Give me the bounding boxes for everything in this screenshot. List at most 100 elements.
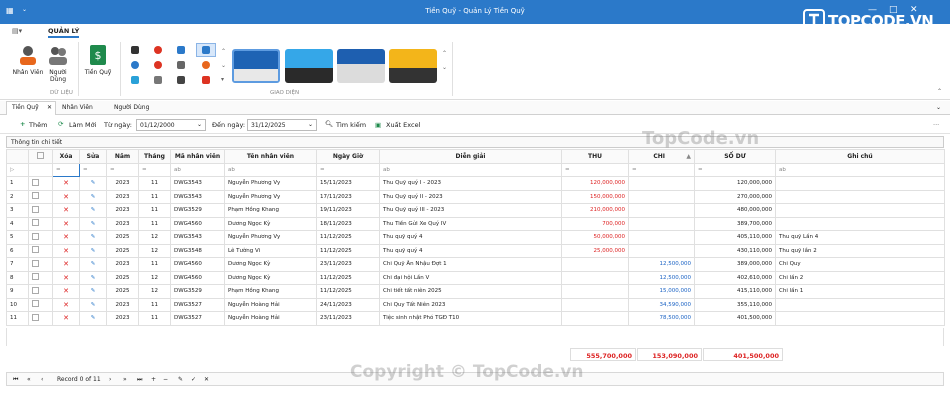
save-record-icon[interactable]: ✓ <box>191 376 196 383</box>
theme-navy[interactable] <box>337 49 385 83</box>
delete-icon[interactable]: ✕ <box>52 189 80 204</box>
row-checkbox[interactable] <box>28 243 53 258</box>
delete-icon[interactable]: ✕ <box>52 311 80 326</box>
col-ghi-chu[interactable]: Ghi chú <box>775 149 945 164</box>
filter-cell[interactable]: ab <box>379 162 562 177</box>
delete-icon[interactable]: ✕ <box>52 203 80 218</box>
edit-icon[interactable]: ✎ <box>79 189 107 204</box>
skin-icon-8[interactable] <box>202 61 210 69</box>
last-page-icon[interactable]: ⏭ <box>137 376 142 384</box>
row-checkbox[interactable] <box>28 230 53 245</box>
table-row[interactable]: 2 ✕ ✎ 2023 11 DWG3543 Nguyễn Phương Vy 17/11/20… <box>6 189 945 204</box>
filter-cell[interactable]: = <box>694 162 776 177</box>
doc-tab-users[interactable]: Người Dùng <box>114 104 149 111</box>
row-checkbox[interactable] <box>28 203 53 218</box>
edit-icon[interactable]: ✎ <box>79 270 107 285</box>
theme-blue[interactable] <box>232 49 280 83</box>
skin-icon-4[interactable] <box>202 46 210 54</box>
edit-icon[interactable]: ✎ <box>79 311 107 326</box>
edit-icon[interactable]: ✎ <box>79 257 107 272</box>
col-nam[interactable]: Năm <box>106 149 139 164</box>
edit-icon[interactable]: ✎ <box>79 176 107 191</box>
skin-icon-12[interactable] <box>202 76 210 84</box>
edit-icon[interactable]: ✎ <box>79 203 107 218</box>
table-row[interactable]: 11 ✕ ✎ 2023 11 DWG3527 Nguyễn Hoàng Hải 23/11/2… <box>6 311 945 326</box>
theme-sky[interactable] <box>285 49 333 83</box>
employees-button[interactable]: Nhân Viên <box>10 44 46 76</box>
filter-cell[interactable]: = <box>138 162 171 177</box>
chevron-down-icon[interactable]: ⌄ <box>308 121 313 128</box>
gallery-up-icon[interactable]: ⌃ <box>221 48 226 55</box>
delete-icon[interactable]: ✕ <box>52 270 80 285</box>
table-row[interactable]: 9 ✕ ✎ 2025 12 DWG3529 Phạm Hồng Khang 11/12/202… <box>6 284 945 299</box>
row-checkbox[interactable] <box>28 176 53 191</box>
edit-icon[interactable]: ✎ <box>79 284 107 299</box>
next-record-icon[interactable]: › <box>109 376 111 383</box>
next-page-icon[interactable]: » <box>123 376 127 383</box>
filter-cell[interactable]: = <box>106 162 139 177</box>
edit-icon[interactable]: ✎ <box>79 243 107 258</box>
gallery-down-icon[interactable]: ⌄ <box>221 62 226 69</box>
row-checkbox[interactable] <box>28 284 53 299</box>
theme-up-icon[interactable]: ⌃ <box>442 50 447 57</box>
delete-icon[interactable]: ✕ <box>52 176 80 191</box>
table-row[interactable]: 8 ✕ ✎ 2025 12 DWG4560 Dương Ngọc Kỳ 11/12/2025 C… <box>6 270 945 285</box>
delete-icon[interactable]: ✕ <box>52 216 80 231</box>
col-thang[interactable]: Tháng <box>138 149 171 164</box>
ribbon-collapse-icon[interactable]: ⌃ <box>937 88 942 95</box>
skin-icon-1[interactable] <box>131 46 139 54</box>
edit-record-icon[interactable]: ✎ <box>178 376 183 383</box>
chevron-down-icon[interactable]: ⌄ <box>197 121 202 128</box>
file-menu-icon[interactable]: ▤▾ <box>12 27 22 35</box>
filter-cell[interactable]: ab <box>224 162 317 177</box>
from-date-input[interactable]: 01/12/2000 ⌄ <box>136 119 206 131</box>
edit-icon[interactable]: ✎ <box>79 297 107 312</box>
col-chi[interactable]: CHI ▲ <box>628 149 695 164</box>
skin-icon-3[interactable] <box>177 46 185 54</box>
skin-icon-5[interactable] <box>131 61 139 69</box>
col-dien-giai[interactable]: Diễn giải <box>379 149 562 164</box>
delete-record-icon[interactable]: − <box>163 376 168 383</box>
col-xoa[interactable]: Xóa <box>52 149 80 164</box>
select-all-checkbox[interactable] <box>28 149 53 164</box>
delete-icon[interactable]: ✕ <box>52 297 80 312</box>
table-row[interactable]: 1 ✕ ✎ 2023 11 DWG3543 Nguyễn Phương Vy 15/11/20… <box>6 176 945 191</box>
users-button[interactable]: Người Dùng <box>44 44 72 83</box>
add-button[interactable]: Thêm <box>29 121 47 129</box>
skin-icon-9[interactable] <box>131 76 139 84</box>
delete-icon[interactable]: ✕ <box>52 230 80 245</box>
col-so-du[interactable]: SỐ DƯ <box>694 149 776 164</box>
delete-icon[interactable]: ✕ <box>52 243 80 258</box>
skin-icon-2[interactable] <box>154 46 162 54</box>
to-date-input[interactable]: 31/12/2025 ⌄ <box>247 119 317 131</box>
table-row[interactable]: 3 ✕ ✎ 2023 11 DWG3529 Phạm Hồng Khang 19/11/202… <box>6 203 945 218</box>
doc-tab-menu-icon[interactable]: ⌄ <box>936 104 941 111</box>
filter-cell[interactable]: = <box>52 162 80 177</box>
export-excel-button[interactable]: Xuất Excel <box>386 121 420 129</box>
col-sua[interactable]: Sửa <box>79 149 107 164</box>
col-ten-nhan-vien[interactable]: Tên nhân viên <box>224 149 317 164</box>
funds-button[interactable]: $ Tiền Quỹ <box>82 44 114 76</box>
refresh-button[interactable]: Làm Mới <box>69 121 96 129</box>
search-button[interactable]: Tìm kiếm <box>336 121 366 129</box>
filter-cell[interactable]: = <box>79 162 107 177</box>
doc-tab-employees[interactable]: Nhân Viên <box>62 104 93 111</box>
filter-cell[interactable]: ab <box>775 162 945 177</box>
cancel-record-icon[interactable]: ✕ <box>204 376 209 383</box>
row-checkbox[interactable] <box>28 311 53 326</box>
filter-cell[interactable]: = <box>628 162 695 177</box>
first-page-icon[interactable]: ⏮ <box>13 376 18 384</box>
prev-page-icon[interactable]: « <box>27 376 31 383</box>
theme-down-icon[interactable]: ⌄ <box>442 64 447 71</box>
table-row[interactable]: 10 ✕ ✎ 2023 11 DWG3527 Nguyễn Hoàng Hải 24/11/2… <box>6 297 945 312</box>
add-record-icon[interactable]: + <box>151 376 156 383</box>
edit-icon[interactable]: ✎ <box>79 230 107 245</box>
prev-record-icon[interactable]: ‹ <box>41 376 43 383</box>
edit-icon[interactable]: ✎ <box>79 216 107 231</box>
row-checkbox[interactable] <box>28 189 53 204</box>
delete-icon[interactable]: ✕ <box>52 284 80 299</box>
gallery-expand-icon[interactable]: ▾ <box>221 76 224 83</box>
table-row[interactable]: 4 ✕ ✎ 2023 11 DWG4560 Dương Ngọc Kỳ 18/11/2023 T… <box>6 216 945 231</box>
doc-tab-close-icon[interactable]: ✕ <box>47 104 52 111</box>
col-ma-nhan-vien[interactable]: Mã nhân viên <box>170 149 225 164</box>
